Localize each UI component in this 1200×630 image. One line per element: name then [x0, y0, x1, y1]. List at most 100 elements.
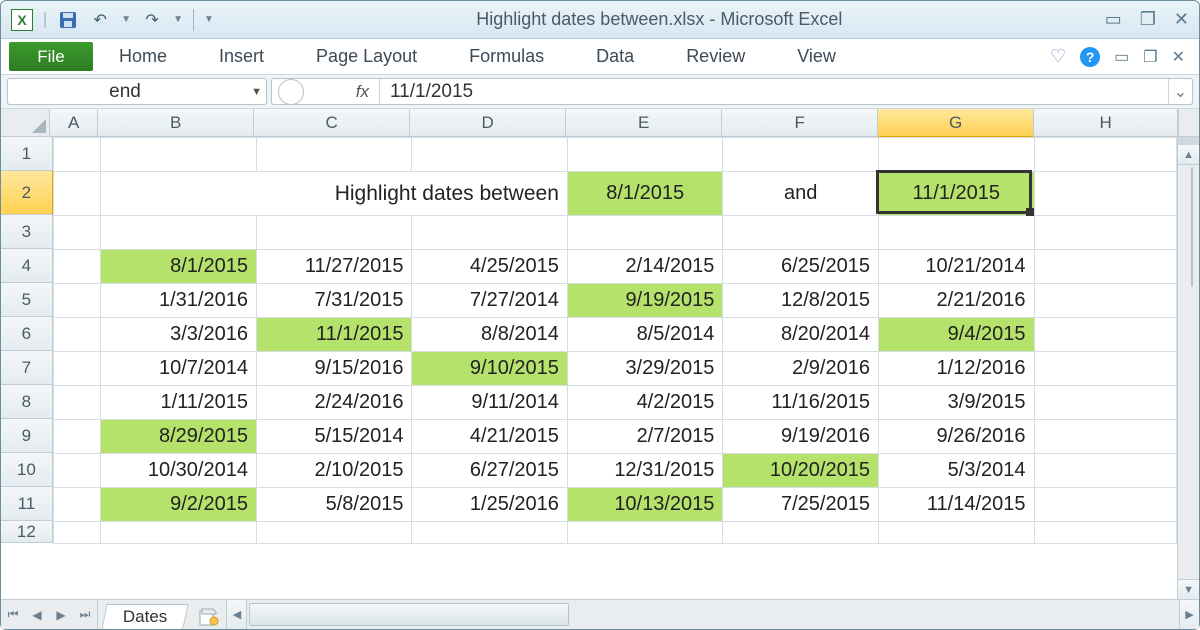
data-cell[interactable]: 2/7/2015	[567, 420, 723, 454]
cell[interactable]	[53, 352, 101, 386]
data-cell[interactable]: 11/1/2015	[256, 318, 412, 352]
data-cell[interactable]: 5/3/2014	[878, 454, 1034, 488]
scroll-right-icon[interactable]: ▶	[1179, 600, 1199, 629]
fx-label[interactable]: fx	[310, 79, 380, 104]
col-header-G[interactable]: G	[878, 109, 1034, 137]
cell[interactable]	[53, 172, 101, 216]
data-cell[interactable]: 9/10/2015	[412, 352, 567, 386]
start-date-cell[interactable]: 8/1/2015	[567, 172, 723, 216]
data-cell[interactable]: 10/13/2015	[567, 488, 723, 522]
tab-formulas[interactable]: Formulas	[443, 39, 570, 74]
data-cell[interactable]: 10/20/2015	[723, 454, 879, 488]
data-cell[interactable]: 9/11/2014	[412, 386, 567, 420]
data-cell[interactable]: 7/31/2015	[256, 284, 412, 318]
cell[interactable]	[101, 522, 257, 544]
data-cell[interactable]: 9/26/2016	[878, 420, 1034, 454]
data-cell[interactable]: 4/25/2015	[412, 250, 567, 284]
data-cell[interactable]: 7/27/2014	[412, 284, 567, 318]
col-header-C[interactable]: C	[254, 109, 410, 137]
data-cell[interactable]: 8/5/2014	[567, 318, 723, 352]
data-cell[interactable]: 8/1/2015	[101, 250, 257, 284]
data-cell[interactable]: 12/8/2015	[723, 284, 879, 318]
row-header-9[interactable]: 9	[1, 419, 53, 453]
row-header-5[interactable]: 5	[1, 283, 53, 317]
name-box-dropdown-icon[interactable]: ▼	[251, 86, 262, 98]
doc-close-button[interactable]: ✕	[1172, 47, 1185, 67]
cell[interactable]	[1034, 488, 1177, 522]
data-cell[interactable]: 2/21/2016	[878, 284, 1034, 318]
row-header-3[interactable]: 3	[1, 215, 53, 249]
tab-home[interactable]: Home	[93, 39, 193, 74]
select-all-corner[interactable]	[1, 109, 50, 137]
cell[interactable]	[1034, 318, 1177, 352]
data-cell[interactable]: 3/9/2015	[878, 386, 1034, 420]
row-header-11[interactable]: 11	[1, 487, 53, 521]
help-icon[interactable]: ?	[1080, 47, 1100, 67]
cell[interactable]	[567, 216, 723, 250]
cell[interactable]	[723, 216, 879, 250]
cells[interactable]: Highlight dates between8/1/2015and11/1/2…	[53, 137, 1177, 599]
cell[interactable]	[256, 216, 412, 250]
data-cell[interactable]: 9/15/2016	[256, 352, 412, 386]
formula-expand-icon[interactable]: ⌄	[1168, 79, 1192, 104]
data-cell[interactable]: 2/9/2016	[723, 352, 879, 386]
row-header-12[interactable]: 12	[1, 521, 53, 543]
file-tab[interactable]: File	[9, 42, 93, 71]
col-header-H[interactable]: H	[1034, 109, 1178, 137]
doc-minimize-button[interactable]: ▭	[1114, 47, 1129, 67]
maximize-button[interactable]: ❐	[1140, 9, 1156, 30]
qat-customize-icon[interactable]: ▼	[204, 14, 214, 25]
cell[interactable]	[412, 138, 567, 172]
cell[interactable]	[567, 138, 723, 172]
cell[interactable]	[53, 318, 101, 352]
data-cell[interactable]: 5/8/2015	[256, 488, 412, 522]
cell[interactable]	[723, 522, 879, 544]
vscroll-thumb[interactable]	[1191, 167, 1193, 287]
sheet-first-icon[interactable]: ⏮	[1, 607, 25, 622]
horizontal-scrollbar[interactable]: ◀ ▶	[226, 600, 1199, 629]
row-header-10[interactable]: 10	[1, 453, 53, 487]
formula-input[interactable]: 11/1/2015	[380, 81, 1168, 103]
cell[interactable]	[53, 420, 101, 454]
col-header-A[interactable]: A	[50, 109, 98, 137]
sheet-last-icon[interactable]: ⏭	[73, 607, 97, 622]
cell[interactable]	[1034, 284, 1177, 318]
data-cell[interactable]: 10/21/2014	[878, 250, 1034, 284]
cell[interactable]	[878, 522, 1034, 544]
cell[interactable]	[1034, 386, 1177, 420]
data-cell[interactable]: 1/31/2016	[101, 284, 257, 318]
row-header-6[interactable]: 6	[1, 317, 53, 351]
cell[interactable]	[1034, 454, 1177, 488]
data-cell[interactable]: 9/19/2015	[567, 284, 723, 318]
data-cell[interactable]: 8/20/2014	[723, 318, 879, 352]
data-cell[interactable]: 7/25/2015	[723, 488, 879, 522]
cell[interactable]	[567, 522, 723, 544]
cell[interactable]	[1034, 250, 1177, 284]
cell[interactable]	[256, 138, 412, 172]
row-header-2[interactable]: 2	[1, 171, 53, 215]
data-cell[interactable]: 9/19/2016	[723, 420, 879, 454]
cell[interactable]	[412, 216, 567, 250]
col-header-D[interactable]: D	[410, 109, 566, 137]
undo-icon[interactable]: ↶	[89, 9, 111, 31]
cell[interactable]	[723, 138, 879, 172]
data-cell[interactable]: 12/31/2015	[567, 454, 723, 488]
data-cell[interactable]: 4/2/2015	[567, 386, 723, 420]
doc-restore-button[interactable]: ❐	[1143, 47, 1157, 67]
split-handle[interactable]	[1178, 137, 1199, 145]
cell[interactable]	[878, 138, 1034, 172]
cell[interactable]	[53, 488, 101, 522]
hscroll-thumb[interactable]	[249, 603, 569, 626]
redo-icon[interactable]: ↷	[141, 9, 163, 31]
end-date-cell[interactable]: 11/1/2015	[878, 172, 1034, 216]
data-cell[interactable]: 8/8/2014	[412, 318, 567, 352]
hscroll-track[interactable]	[247, 600, 1179, 629]
name-box[interactable]: end ▼	[7, 78, 267, 105]
data-cell[interactable]: 5/15/2014	[256, 420, 412, 454]
header-label[interactable]: Highlight dates between	[101, 172, 567, 216]
cell[interactable]	[1034, 522, 1177, 544]
data-cell[interactable]: 6/25/2015	[723, 250, 879, 284]
cell[interactable]	[1034, 138, 1177, 172]
col-header-B[interactable]: B	[98, 109, 254, 137]
cell[interactable]	[412, 522, 567, 544]
